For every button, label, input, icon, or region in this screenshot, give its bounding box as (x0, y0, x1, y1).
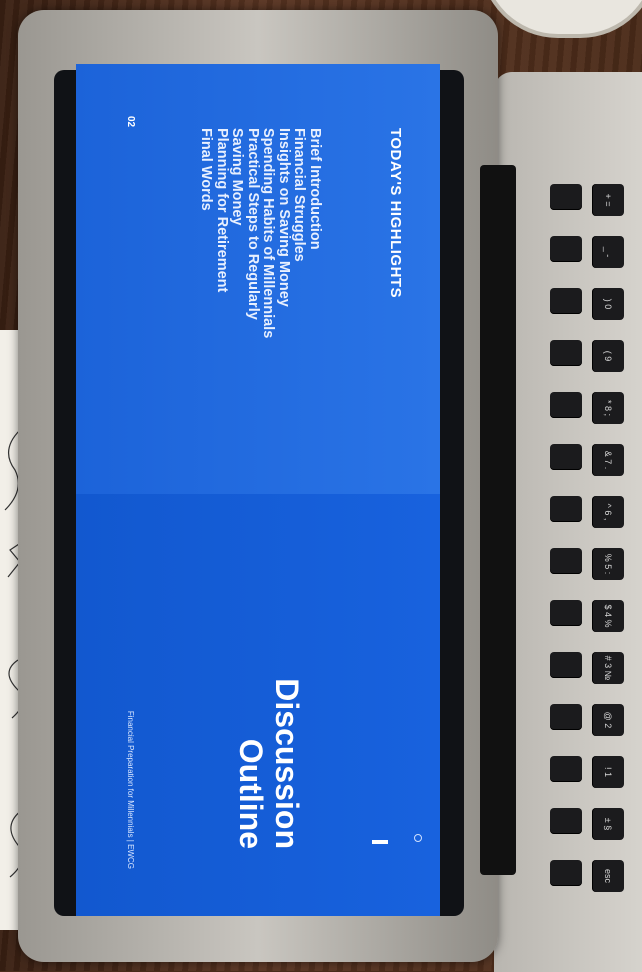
list-item: Spending Habits of Millennials (260, 128, 277, 339)
keyboard-key[interactable]: + = (592, 184, 624, 216)
camera-dot-icon (414, 834, 422, 842)
function-key[interactable] (550, 756, 582, 782)
keyboard-key[interactable]: # 3 № (592, 652, 624, 684)
page-number: 02 (125, 116, 136, 128)
slide-title: Discussion Outline (233, 629, 305, 849)
laptop-screen: TODAY'S HIGHLIGHTS Brief Introduction Fi… (76, 64, 440, 916)
keyboard-key[interactable]: ^ 6 , (592, 496, 624, 528)
function-key[interactable] (550, 444, 582, 470)
keyboard-key[interactable]: esc (592, 860, 624, 892)
function-key[interactable] (550, 652, 582, 678)
list-item: Practical Steps to Regularly (245, 128, 261, 320)
keyboard-key[interactable]: * 8 ; (592, 392, 624, 424)
slide-title-line1: Discussion (269, 678, 305, 849)
list-item: Insights on Saving Money (276, 128, 292, 307)
function-key[interactable] (550, 184, 582, 210)
list-item: Brief Introduction (307, 128, 323, 250)
keyboard-key[interactable]: @ 2 (592, 704, 624, 736)
list-item: Financial Struggles (291, 128, 308, 262)
function-key[interactable] (550, 288, 582, 314)
function-key[interactable] (550, 496, 582, 522)
laptop-hinge (480, 165, 516, 875)
highlights-panel: TODAY'S HIGHLIGHTS Brief Introduction Fi… (76, 64, 440, 494)
keyboard-key[interactable]: ± § (592, 808, 624, 840)
keyboard-key[interactable]: $ 4 % (592, 600, 624, 632)
function-key[interactable] (550, 860, 582, 886)
function-key[interactable] (550, 600, 582, 626)
highlights-list: Brief Introduction Financial Struggles I… (198, 128, 324, 339)
highlights-title: TODAY'S HIGHLIGHTS (387, 128, 404, 299)
keyboard-key[interactable]: ( 9 (592, 340, 624, 372)
slide-title-line2: Outline (233, 738, 269, 849)
keyboard-key[interactable]: _ - (592, 236, 624, 268)
function-key[interactable] (550, 392, 582, 418)
keyboard-key[interactable]: ! 1 (592, 756, 624, 788)
list-item: Saving Money (229, 128, 246, 226)
list-item: Planning for Retirement (214, 128, 230, 293)
list-item: Final Words (198, 128, 215, 211)
keyboard-key[interactable]: ) 0 (592, 288, 624, 320)
slide-footer: Financial Preparation for Millennials | … (126, 710, 135, 869)
presentation-slide: TODAY'S HIGHLIGHTS Brief Introduction Fi… (76, 64, 440, 916)
function-key[interactable] (550, 808, 582, 834)
function-key[interactable] (550, 236, 582, 262)
function-key[interactable] (550, 704, 582, 730)
function-key[interactable] (550, 548, 582, 574)
menu-icon[interactable] (372, 840, 388, 844)
keyboard-key[interactable]: % 5 : (592, 548, 624, 580)
function-key[interactable] (550, 340, 582, 366)
keyboard-key[interactable]: & 7 . (592, 444, 624, 476)
